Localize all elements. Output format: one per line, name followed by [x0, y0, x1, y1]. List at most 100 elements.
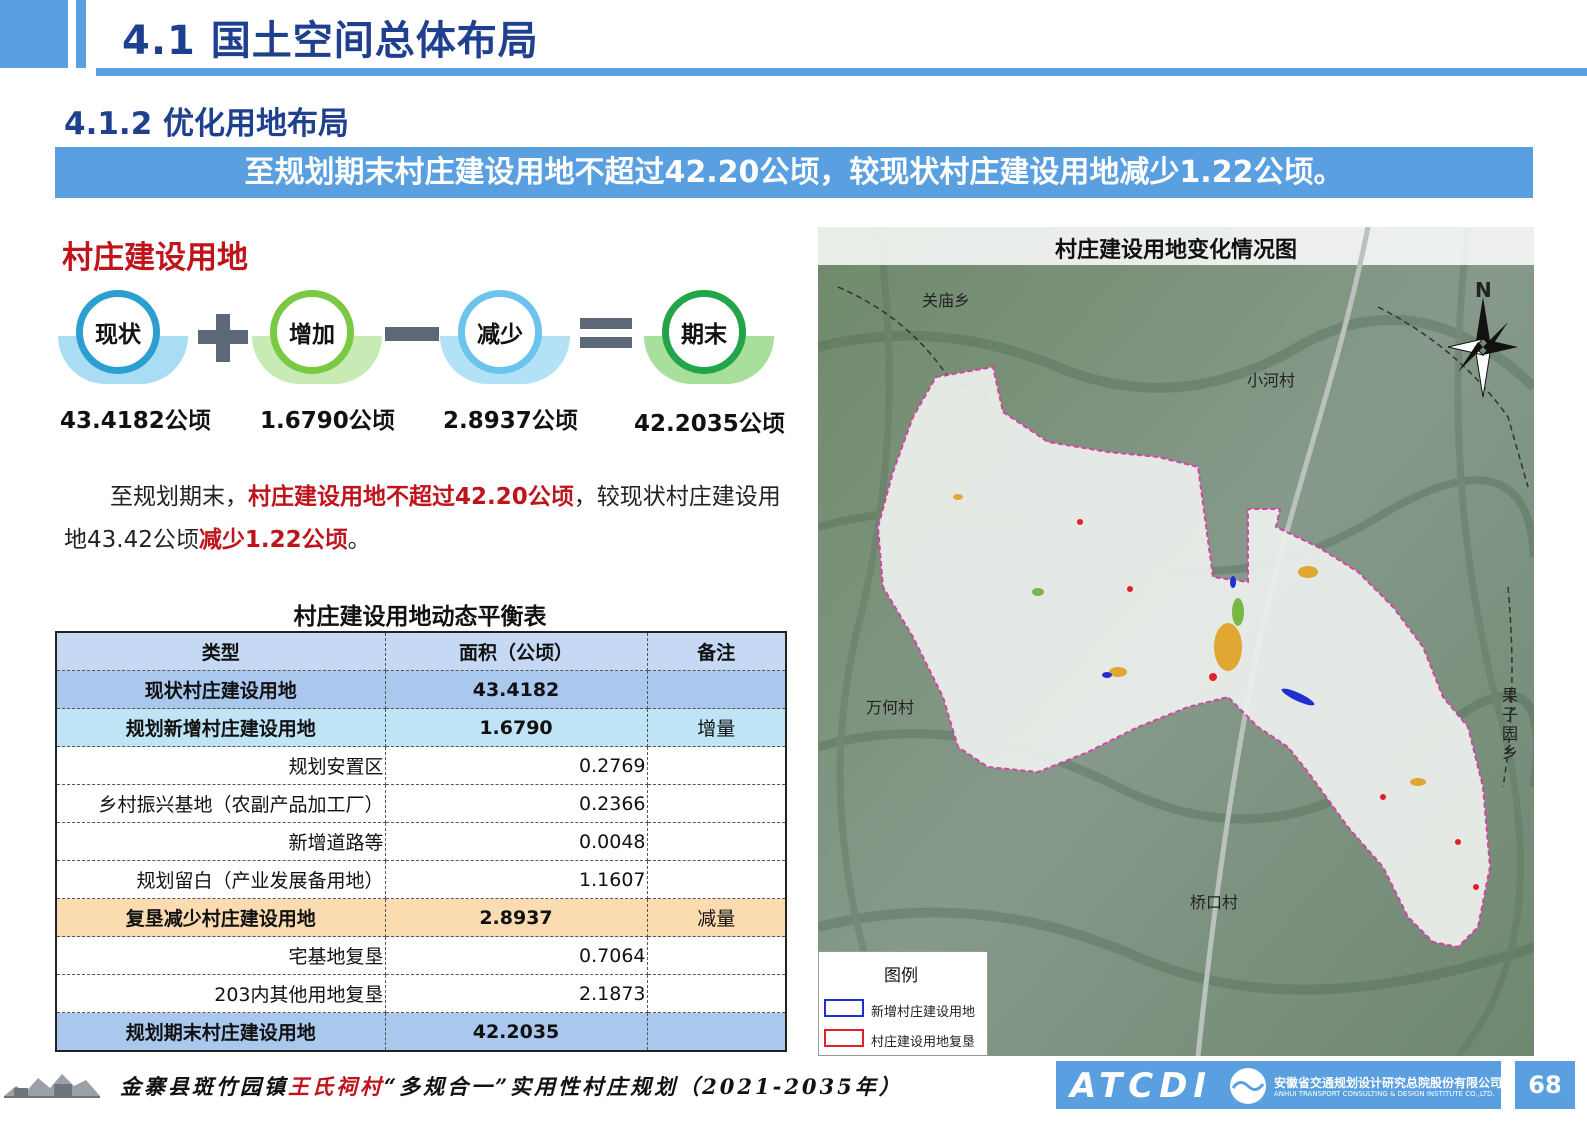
table-title: 村庄建设用地动态平衡表: [293, 604, 547, 630]
cell-type: 规划期末村庄建设用地: [55, 1012, 386, 1052]
cell-note: [646, 936, 787, 975]
stage-ring: 现状: [76, 290, 160, 374]
cell-type: 203内其他用地复垦: [55, 974, 386, 1013]
land-patch: [1410, 778, 1426, 786]
cell-area: 42.2035: [384, 1012, 648, 1052]
company-logo: ATCDI: [1070, 1066, 1213, 1106]
stage-ring: 增加: [270, 290, 354, 374]
summary-paragraph: 至规划期末，村庄建设用地不超过42.20公顷，较现状村庄建设用地43.42公顷减…: [64, 476, 784, 562]
cell-type: 规划留白（产业发展备用地）: [55, 860, 386, 899]
page-title: 4.1 国土空间总体布局: [122, 18, 539, 64]
cell-note: [646, 974, 787, 1013]
new-land-patch: [1230, 576, 1236, 588]
land-patch: [1298, 566, 1318, 578]
stage-final: 期末: [644, 290, 774, 390]
cell-type: 规划新增村庄建设用地: [55, 708, 386, 747]
place-label-vertical: 果子园乡: [1501, 686, 1518, 762]
cell-note: [646, 822, 787, 861]
cell-note: 增量: [646, 708, 787, 747]
stage-value-decrease: 2.8937公顷: [443, 408, 578, 434]
stage-decrease: 减少: [440, 290, 570, 390]
cell-type: 规划安置区: [55, 746, 386, 785]
cell-type: 乡村振兴基地（农副产品加工厂）: [55, 784, 386, 823]
para-text: 至规划期末，: [110, 484, 248, 510]
para-text: 。: [347, 527, 371, 553]
land-change-map: [818, 227, 1534, 1056]
cell-note: [646, 784, 787, 823]
cell-area: 0.2366: [384, 784, 648, 823]
place-label: 桥口村: [1190, 893, 1239, 912]
stage-increase: 增加: [252, 290, 382, 390]
column-header: 面积（公顷）: [384, 631, 648, 671]
column-header: 类型: [55, 631, 386, 671]
cell-type: 新增道路等: [55, 822, 386, 861]
legend-title: 图例: [884, 966, 918, 986]
table-row: 复垦减少村庄建设用地 2.8937 减量: [55, 898, 787, 937]
legend-label: 村庄建设用地复垦: [871, 1035, 976, 1050]
land-patch: [953, 494, 963, 500]
table-header-row: 类型 面积（公顷） 备注: [55, 631, 787, 671]
table-row: 现状村庄建设用地 43.4182: [55, 670, 787, 709]
stage-value-current: 43.4182公顷: [60, 408, 211, 434]
land-patch: [1214, 623, 1242, 671]
footer-plan: “多规合一”实用性村庄规划（2021-2035年）: [384, 1074, 903, 1099]
cell-note: [646, 670, 787, 709]
cell-area: 2.8937: [384, 898, 648, 937]
cell-area: 0.0048: [384, 822, 648, 861]
company-emblem-icon: [1230, 1068, 1266, 1104]
reclaim-patch: [1455, 839, 1461, 845]
legend-swatch-new: [824, 999, 864, 1017]
reclaim-patch: [1209, 673, 1217, 681]
cell-note: [646, 746, 787, 785]
cell-area: 1.1607: [384, 860, 648, 899]
place-label: 万何村: [866, 698, 915, 717]
header-accent-bar: [0, 0, 68, 68]
map-title: 村庄建设用地变化情况图: [1054, 238, 1297, 263]
cell-type: 现状村庄建设用地: [55, 670, 386, 709]
balance-table: 类型 面积（公顷） 备注 现状村庄建设用地 43.4182 规划新增村庄建设用地…: [55, 631, 787, 1052]
stage-value-final: 42.2035公顷: [634, 411, 785, 437]
equals-icon-bottom: [580, 337, 632, 348]
table-row: 宅基地复垦 0.7064: [55, 936, 787, 975]
cell-area: 1.6790: [384, 708, 648, 747]
cell-area: 43.4182: [384, 670, 648, 709]
reclaim-patch: [1473, 884, 1479, 890]
reclaim-patch: [1127, 586, 1133, 592]
stage-ring: 期末: [662, 290, 746, 374]
stage-value-increase: 1.6790公顷: [260, 408, 395, 434]
north-label: N: [1475, 278, 1492, 302]
company-name-cn: 安徽省交通规划设计研究总院股份有限公司: [1274, 1076, 1503, 1090]
reclaim-patch: [1380, 794, 1386, 800]
equals-icon-top: [580, 318, 632, 329]
cell-note: 减量: [646, 898, 787, 937]
cell-area: 2.1873: [384, 974, 648, 1013]
para-highlight: 减少1.22公顷: [198, 527, 348, 553]
table-row: 203内其他用地复垦 2.1873: [55, 974, 787, 1013]
page-number: 68: [1515, 1061, 1575, 1109]
minus-icon: [385, 327, 439, 341]
table-row: 规划新增村庄建设用地 1.6790 增量: [55, 708, 787, 747]
section-heading: 村庄建设用地: [62, 240, 248, 276]
table-row: 规划安置区 0.2769: [55, 746, 787, 785]
footer-village: 王氏祠村: [288, 1074, 384, 1099]
stage-current: 现状: [58, 290, 188, 390]
company-name-en: ANHUI TRANSPORT CONSULTING & DESIGN INST…: [1274, 1090, 1495, 1098]
new-land-patch: [1102, 672, 1112, 678]
place-label: 小河村: [1247, 371, 1296, 390]
para-highlight: 村庄建设用地不超过42.20公顷: [248, 484, 574, 510]
plus-icon-vertical: [216, 314, 230, 362]
footer-town: 金寨县斑竹园镇: [120, 1074, 288, 1099]
header-accent-stripe: [76, 0, 86, 68]
cell-note: [646, 860, 787, 899]
summary-banner: 至规划期末村庄建设用地不超过42.20公顷，较现状村庄建设用地减少1.22公顷。: [55, 147, 1533, 198]
table-row: 规划留白（产业发展备用地） 1.1607: [55, 860, 787, 899]
cell-area: 0.2769: [384, 746, 648, 785]
reclaim-patch: [1077, 519, 1083, 525]
legend-swatch-reclaim: [824, 1029, 864, 1047]
land-patch: [1232, 598, 1244, 626]
column-header: 备注: [646, 631, 787, 671]
table-row: 乡村振兴基地（农副产品加工厂） 0.2366: [55, 784, 787, 823]
cell-type: 宅基地复垦: [55, 936, 386, 975]
cell-type: 复垦减少村庄建设用地: [55, 898, 386, 937]
cell-area: 0.7064: [384, 936, 648, 975]
